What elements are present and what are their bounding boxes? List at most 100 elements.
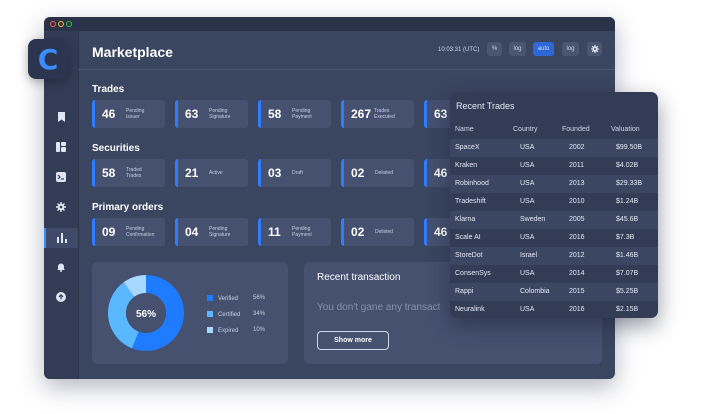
upload-icon[interactable] — [44, 288, 78, 306]
terminal-icon[interactable] — [44, 168, 78, 186]
founded-cell: 2016 — [569, 234, 585, 241]
stat-card[interactable]: 267 Trades Executed — [341, 100, 414, 128]
stat-card[interactable]: 03 Draft — [258, 159, 331, 187]
valuation-cell: $99.50B — [616, 144, 643, 151]
donut-center-label: 56% — [136, 309, 156, 320]
table-row[interactable]: Kraken USA 2011 $4.02B — [450, 157, 658, 175]
stat-card[interactable]: 11 Pending Payment — [258, 218, 331, 246]
stat-card[interactable]: 46 Pending Issuer — [92, 100, 165, 128]
stat-value: 02 — [351, 225, 365, 239]
founded-cell: 2015 — [569, 288, 585, 295]
recent-trades-title: Recent Trades — [456, 101, 515, 111]
table-row[interactable]: Klarna Sweden 2005 $45.6B — [450, 211, 658, 229]
stat-card[interactable]: 21 Active — [175, 159, 248, 187]
table-row[interactable]: SpaceX USA 2002 $99.50B — [450, 139, 658, 157]
founded-cell: 2010 — [569, 198, 585, 205]
legend-label: Verified — [218, 296, 239, 302]
stat-value: 09 — [102, 225, 116, 239]
recent-transaction-empty-text: You don't gane any transact — [317, 302, 441, 313]
column-header-valuation[interactable]: Valuation — [611, 126, 640, 133]
bookmark-icon[interactable] — [44, 108, 78, 126]
country-cell: USA — [520, 234, 535, 241]
valuation-cell: $45.6B — [616, 216, 639, 223]
gear-icon — [590, 45, 599, 53]
settings-button[interactable] — [587, 42, 602, 56]
legend-certified: Certified 34% — [207, 311, 265, 318]
valuation-cell: $7.07B — [616, 270, 639, 277]
stat-value: 46 — [102, 107, 116, 121]
table-row[interactable]: Robinhood USA 2013 $29.33B — [450, 175, 658, 193]
column-header-country[interactable]: Country — [513, 126, 538, 133]
stat-label: Pending Confirmation — [126, 226, 155, 238]
table-row[interactable]: StoreDot Israel 2012 $1.46B — [450, 247, 658, 265]
log-button[interactable]: log — [509, 42, 526, 56]
stat-card[interactable]: 04 Pending Signature — [175, 218, 248, 246]
valuation-cell: $1.46B — [616, 252, 639, 259]
section-title-securities: Securities — [92, 143, 140, 154]
stat-value: 63 — [185, 107, 199, 121]
country-cell: USA — [520, 162, 535, 169]
country-cell: USA — [520, 270, 535, 277]
minimize-window-dot[interactable] — [58, 21, 64, 27]
dashboard-icon[interactable] — [44, 138, 78, 156]
maximize-window-dot[interactable] — [66, 21, 72, 27]
stat-card[interactable]: 63 Pending Signature — [175, 100, 248, 128]
legend-percent: 56% — [253, 295, 266, 301]
stat-card[interactable]: 09 Pending Confirmation — [92, 218, 165, 246]
stat-label: Trades Executed — [374, 108, 395, 120]
founded-cell: 2016 — [569, 306, 585, 313]
country-cell: USA — [520, 144, 535, 151]
name-cell: Klarna — [455, 216, 476, 223]
legend-label: Certified — [218, 312, 241, 318]
show-more-button[interactable]: Show more — [317, 331, 389, 350]
auto-button[interactable]: auto — [533, 42, 554, 56]
stat-value: 21 — [185, 166, 199, 180]
founded-cell: 2013 — [569, 180, 585, 187]
status-donut-chart: 56% — [107, 275, 184, 351]
table-row[interactable]: Neuralink USA 2016 $2.15B — [450, 301, 658, 318]
country-cell: Israel — [520, 252, 538, 259]
stat-card[interactable]: 58 Traded Trades — [92, 159, 165, 187]
logo-letter: C — [37, 42, 59, 76]
stat-label: Delisted — [375, 170, 394, 176]
bell-icon[interactable] — [44, 258, 78, 276]
country-cell: USA — [520, 180, 535, 187]
table-row[interactable]: ConsenSys USA 2014 $7.07B — [450, 265, 658, 283]
table-row[interactable]: Rappi Colombia 2015 $5.25B — [450, 283, 658, 301]
valuation-cell: $2.15B — [616, 306, 639, 313]
name-cell: Tradeshift — [455, 198, 486, 205]
table-row[interactable]: Tradeshift USA 2010 $1.24B — [450, 193, 658, 211]
stat-card[interactable]: 02 Delisted — [341, 159, 414, 187]
table-row[interactable]: Scale AI USA 2016 $7.3B — [450, 229, 658, 247]
stat-card[interactable]: 58 Pending Payment — [258, 100, 331, 128]
name-cell: ConsenSys — [455, 270, 491, 277]
app-logo[interactable]: C — [28, 39, 68, 79]
gear-icon[interactable] — [44, 198, 78, 216]
stat-value: 04 — [185, 225, 199, 239]
table-header: Name Country Founded Valuation — [450, 121, 658, 139]
country-cell: USA — [520, 198, 535, 205]
log-button-2[interactable]: log — [562, 42, 579, 56]
stat-value: 03 — [268, 166, 282, 180]
bar-chart-icon[interactable] — [44, 228, 78, 248]
header: Marketplace 10:03:31 (UTC) % log auto lo… — [78, 31, 615, 70]
valuation-cell: $4.02B — [616, 162, 639, 169]
legend-percent: 10% — [253, 327, 266, 333]
name-cell: StoreDot — [455, 252, 483, 259]
column-header-founded[interactable]: Founded — [562, 126, 590, 133]
stat-card[interactable]: 02 Delisted — [341, 218, 414, 246]
column-header-name[interactable]: Name — [455, 126, 474, 133]
section-title-primary-orders: Primary orders — [92, 202, 164, 213]
founded-cell: 2014 — [569, 270, 585, 277]
stat-label: Active — [209, 170, 223, 176]
name-cell: Robinhood — [455, 180, 489, 187]
country-cell: USA — [520, 306, 535, 313]
valuation-cell: $5.25B — [616, 288, 639, 295]
percent-button[interactable]: % — [487, 42, 502, 56]
close-window-dot[interactable] — [50, 21, 56, 27]
founded-cell: 2002 — [569, 144, 585, 151]
page-title: Marketplace — [92, 44, 173, 60]
legend-label: Expired — [218, 328, 239, 334]
stat-label: Draft — [292, 170, 303, 176]
valuation-cell: $7.3B — [616, 234, 635, 241]
